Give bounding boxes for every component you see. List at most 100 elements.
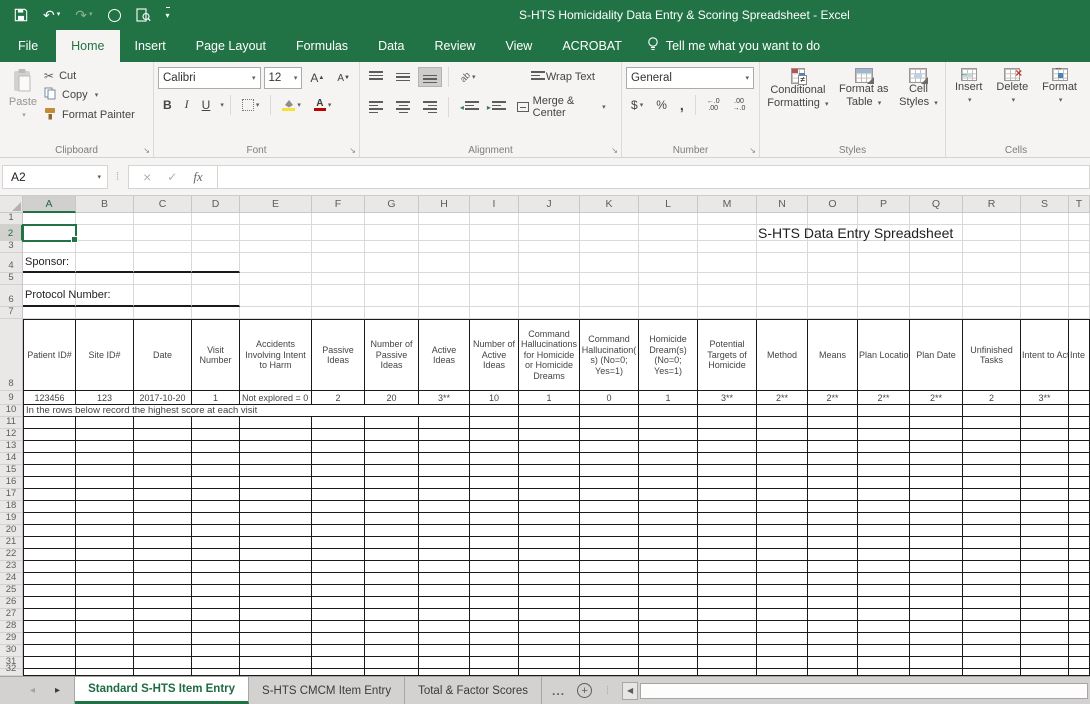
orientation-button[interactable]: ab▾ (455, 68, 481, 86)
cell-N9[interactable]: 2** (757, 391, 808, 405)
cell-K5[interactable] (580, 273, 639, 285)
cell-Q4[interactable] (910, 253, 963, 273)
number-dialog-launcher[interactable]: ↘ (749, 146, 756, 155)
cell-Q12[interactable] (910, 429, 963, 441)
cell-L20[interactable] (639, 525, 698, 537)
cell-D24[interactable] (192, 573, 240, 585)
cell-I20[interactable] (470, 525, 519, 537)
enter-icon[interactable]: ✓ (167, 170, 177, 184)
cell-K12[interactable] (580, 429, 639, 441)
cell-N32[interactable] (757, 669, 808, 676)
column-header-L[interactable]: L (639, 196, 698, 213)
cell-J7[interactable] (519, 307, 580, 319)
cell-A32[interactable] (23, 669, 76, 676)
cell-R5[interactable] (963, 273, 1021, 285)
cell-R28[interactable] (963, 621, 1021, 633)
format-cells-button[interactable]: ↔ Format ▾ (1038, 65, 1081, 107)
cell-M2[interactable] (698, 225, 757, 241)
cell-C7[interactable] (134, 307, 192, 319)
cell-A15[interactable] (23, 465, 76, 477)
cell-E16[interactable] (240, 477, 312, 489)
cell-O10[interactable] (808, 405, 858, 417)
cell-L14[interactable] (639, 453, 698, 465)
cell-B13[interactable] (76, 441, 134, 453)
cell-C6[interactable] (134, 285, 192, 307)
cell-F21[interactable] (312, 537, 365, 549)
cell-H25[interactable] (419, 585, 470, 597)
cell-S16[interactable] (1021, 477, 1069, 489)
cell-T32[interactable] (1069, 669, 1090, 676)
cell-O32[interactable] (808, 669, 858, 676)
shrink-font-button[interactable]: A▼ (332, 69, 355, 88)
cell-I17[interactable] (470, 489, 519, 501)
cell-J21[interactable] (519, 537, 580, 549)
increase-decimal-button[interactable]: ←.0 .00 (702, 94, 725, 116)
cell-R16[interactable] (963, 477, 1021, 489)
cell-A8[interactable]: Patient ID# (23, 319, 76, 391)
tab-review[interactable]: Review (419, 30, 490, 62)
cell-K28[interactable] (580, 621, 639, 633)
cell-S22[interactable] (1021, 549, 1069, 561)
cell-Q8[interactable]: Plan Date (910, 319, 963, 391)
cell-B3[interactable] (76, 241, 134, 253)
cell-G23[interactable] (365, 561, 419, 573)
row-header-6[interactable]: 6 (0, 285, 23, 307)
cell-R3[interactable] (963, 241, 1021, 253)
cell-E5[interactable] (240, 273, 312, 285)
cell-G13[interactable] (365, 441, 419, 453)
cell-C1[interactable] (134, 213, 192, 225)
cell-N28[interactable] (757, 621, 808, 633)
cell-C25[interactable] (134, 585, 192, 597)
cell-C14[interactable] (134, 453, 192, 465)
decrease-decimal-button[interactable]: .00 →.0 (728, 94, 751, 116)
cell-T23[interactable] (1069, 561, 1090, 573)
cell-J6[interactable] (519, 285, 580, 307)
cell-M30[interactable] (698, 645, 757, 657)
cell-I8[interactable]: Number of Active Ideas (470, 319, 519, 391)
cell-T17[interactable] (1069, 489, 1090, 501)
cell-K30[interactable] (580, 645, 639, 657)
cell-N16[interactable] (757, 477, 808, 489)
cell-E30[interactable] (240, 645, 312, 657)
cell-F28[interactable] (312, 621, 365, 633)
cell-J1[interactable] (519, 213, 580, 225)
cell-Q31[interactable] (910, 657, 963, 669)
cell-D27[interactable] (192, 609, 240, 621)
cell-H21[interactable] (419, 537, 470, 549)
cell-H32[interactable] (419, 669, 470, 676)
cell-T10[interactable] (1069, 405, 1090, 417)
cell-E17[interactable] (240, 489, 312, 501)
tab-formulas[interactable]: Formulas (281, 30, 363, 62)
cell-D30[interactable] (192, 645, 240, 657)
cell-A3[interactable] (23, 241, 76, 253)
cell-B11[interactable] (76, 417, 134, 429)
add-sheet-button[interactable]: + (577, 683, 592, 698)
cell-C24[interactable] (134, 573, 192, 585)
wrap-text-button[interactable]: Wrap Text (526, 67, 600, 87)
cell-A26[interactable] (23, 597, 76, 609)
cell-R32[interactable] (963, 669, 1021, 676)
cell-J18[interactable] (519, 501, 580, 513)
cell-K13[interactable] (580, 441, 639, 453)
cell-B28[interactable] (76, 621, 134, 633)
top-align-button[interactable] (364, 67, 388, 87)
cell-K11[interactable] (580, 417, 639, 429)
cell-I16[interactable] (470, 477, 519, 489)
cell-O8[interactable]: Means (808, 319, 858, 391)
cell-G2[interactable] (365, 225, 419, 241)
cell-O4[interactable] (808, 253, 858, 273)
cell-J16[interactable] (519, 477, 580, 489)
cell-F26[interactable] (312, 597, 365, 609)
cell-N1[interactable] (757, 213, 808, 225)
cell-M9[interactable]: 3** (698, 391, 757, 405)
tell-me-box[interactable]: Tell me what you want to do (637, 30, 830, 62)
cell-C5[interactable] (134, 273, 192, 285)
cell-S27[interactable] (1021, 609, 1069, 621)
cell-K18[interactable] (580, 501, 639, 513)
cell-K20[interactable] (580, 525, 639, 537)
cell-O12[interactable] (808, 429, 858, 441)
cell-B17[interactable] (76, 489, 134, 501)
cell-N27[interactable] (757, 609, 808, 621)
currency-button[interactable]: $▾ (626, 94, 648, 116)
cell-C17[interactable] (134, 489, 192, 501)
